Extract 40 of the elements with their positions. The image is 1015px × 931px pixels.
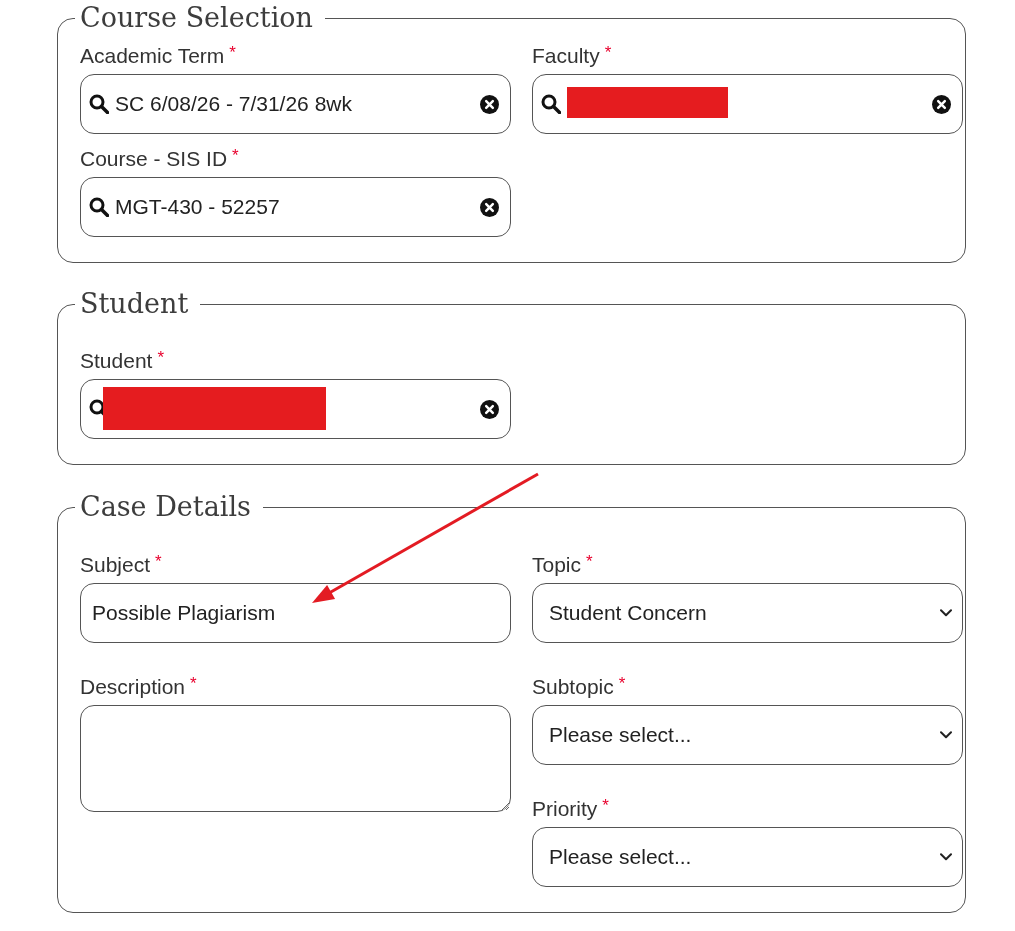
field-label: Subtopic	[532, 674, 614, 700]
search-icon	[541, 94, 561, 114]
search-field[interactable]: SC 6/08/26 - 7/31/26 8wk	[80, 74, 511, 134]
dropdown[interactable]: Please select...	[532, 827, 963, 887]
required-asterisk: *	[229, 42, 236, 64]
search-icon	[89, 94, 109, 114]
field-label: Priority	[532, 796, 598, 822]
required-asterisk: *	[618, 673, 626, 695]
field-label: Course - SIS ID	[80, 146, 228, 172]
field-label: Academic Term	[80, 43, 225, 69]
text-area[interactable]	[80, 705, 511, 812]
chevron-down-icon	[940, 731, 952, 739]
field-label: Faculty	[532, 43, 600, 69]
field-label: Subject	[80, 552, 151, 578]
chevron-down-icon	[940, 853, 952, 861]
required-asterisk: *	[232, 145, 239, 167]
section-title: Student	[79, 287, 190, 321]
required-asterisk: *	[157, 347, 165, 369]
required-asterisk: *	[190, 673, 197, 695]
chevron-down-icon	[940, 609, 952, 617]
section-title: Case Details	[79, 490, 252, 524]
dropdown[interactable]: Please select...	[532, 705, 963, 765]
clear-icon[interactable]	[480, 399, 499, 419]
required-asterisk: *	[602, 795, 609, 817]
section-title: Course Selection	[79, 1, 314, 35]
field-label: Topic	[532, 552, 582, 578]
search-field[interactable]: MGT-430 - 52257	[80, 177, 511, 237]
required-asterisk: *	[586, 551, 593, 573]
field-label: Description	[80, 674, 186, 700]
search-icon	[89, 197, 109, 217]
dropdown[interactable]: Student Concern	[532, 583, 963, 643]
search-field[interactable]	[80, 379, 511, 439]
text-field[interactable]: Possible Plagiarism	[80, 583, 511, 643]
required-asterisk: *	[604, 42, 612, 64]
required-asterisk: *	[155, 551, 162, 573]
field-label: Student	[80, 348, 153, 374]
clear-icon[interactable]	[932, 94, 951, 114]
clear-icon[interactable]	[480, 94, 499, 114]
clear-icon[interactable]	[480, 197, 499, 217]
search-field[interactable]	[532, 74, 963, 134]
